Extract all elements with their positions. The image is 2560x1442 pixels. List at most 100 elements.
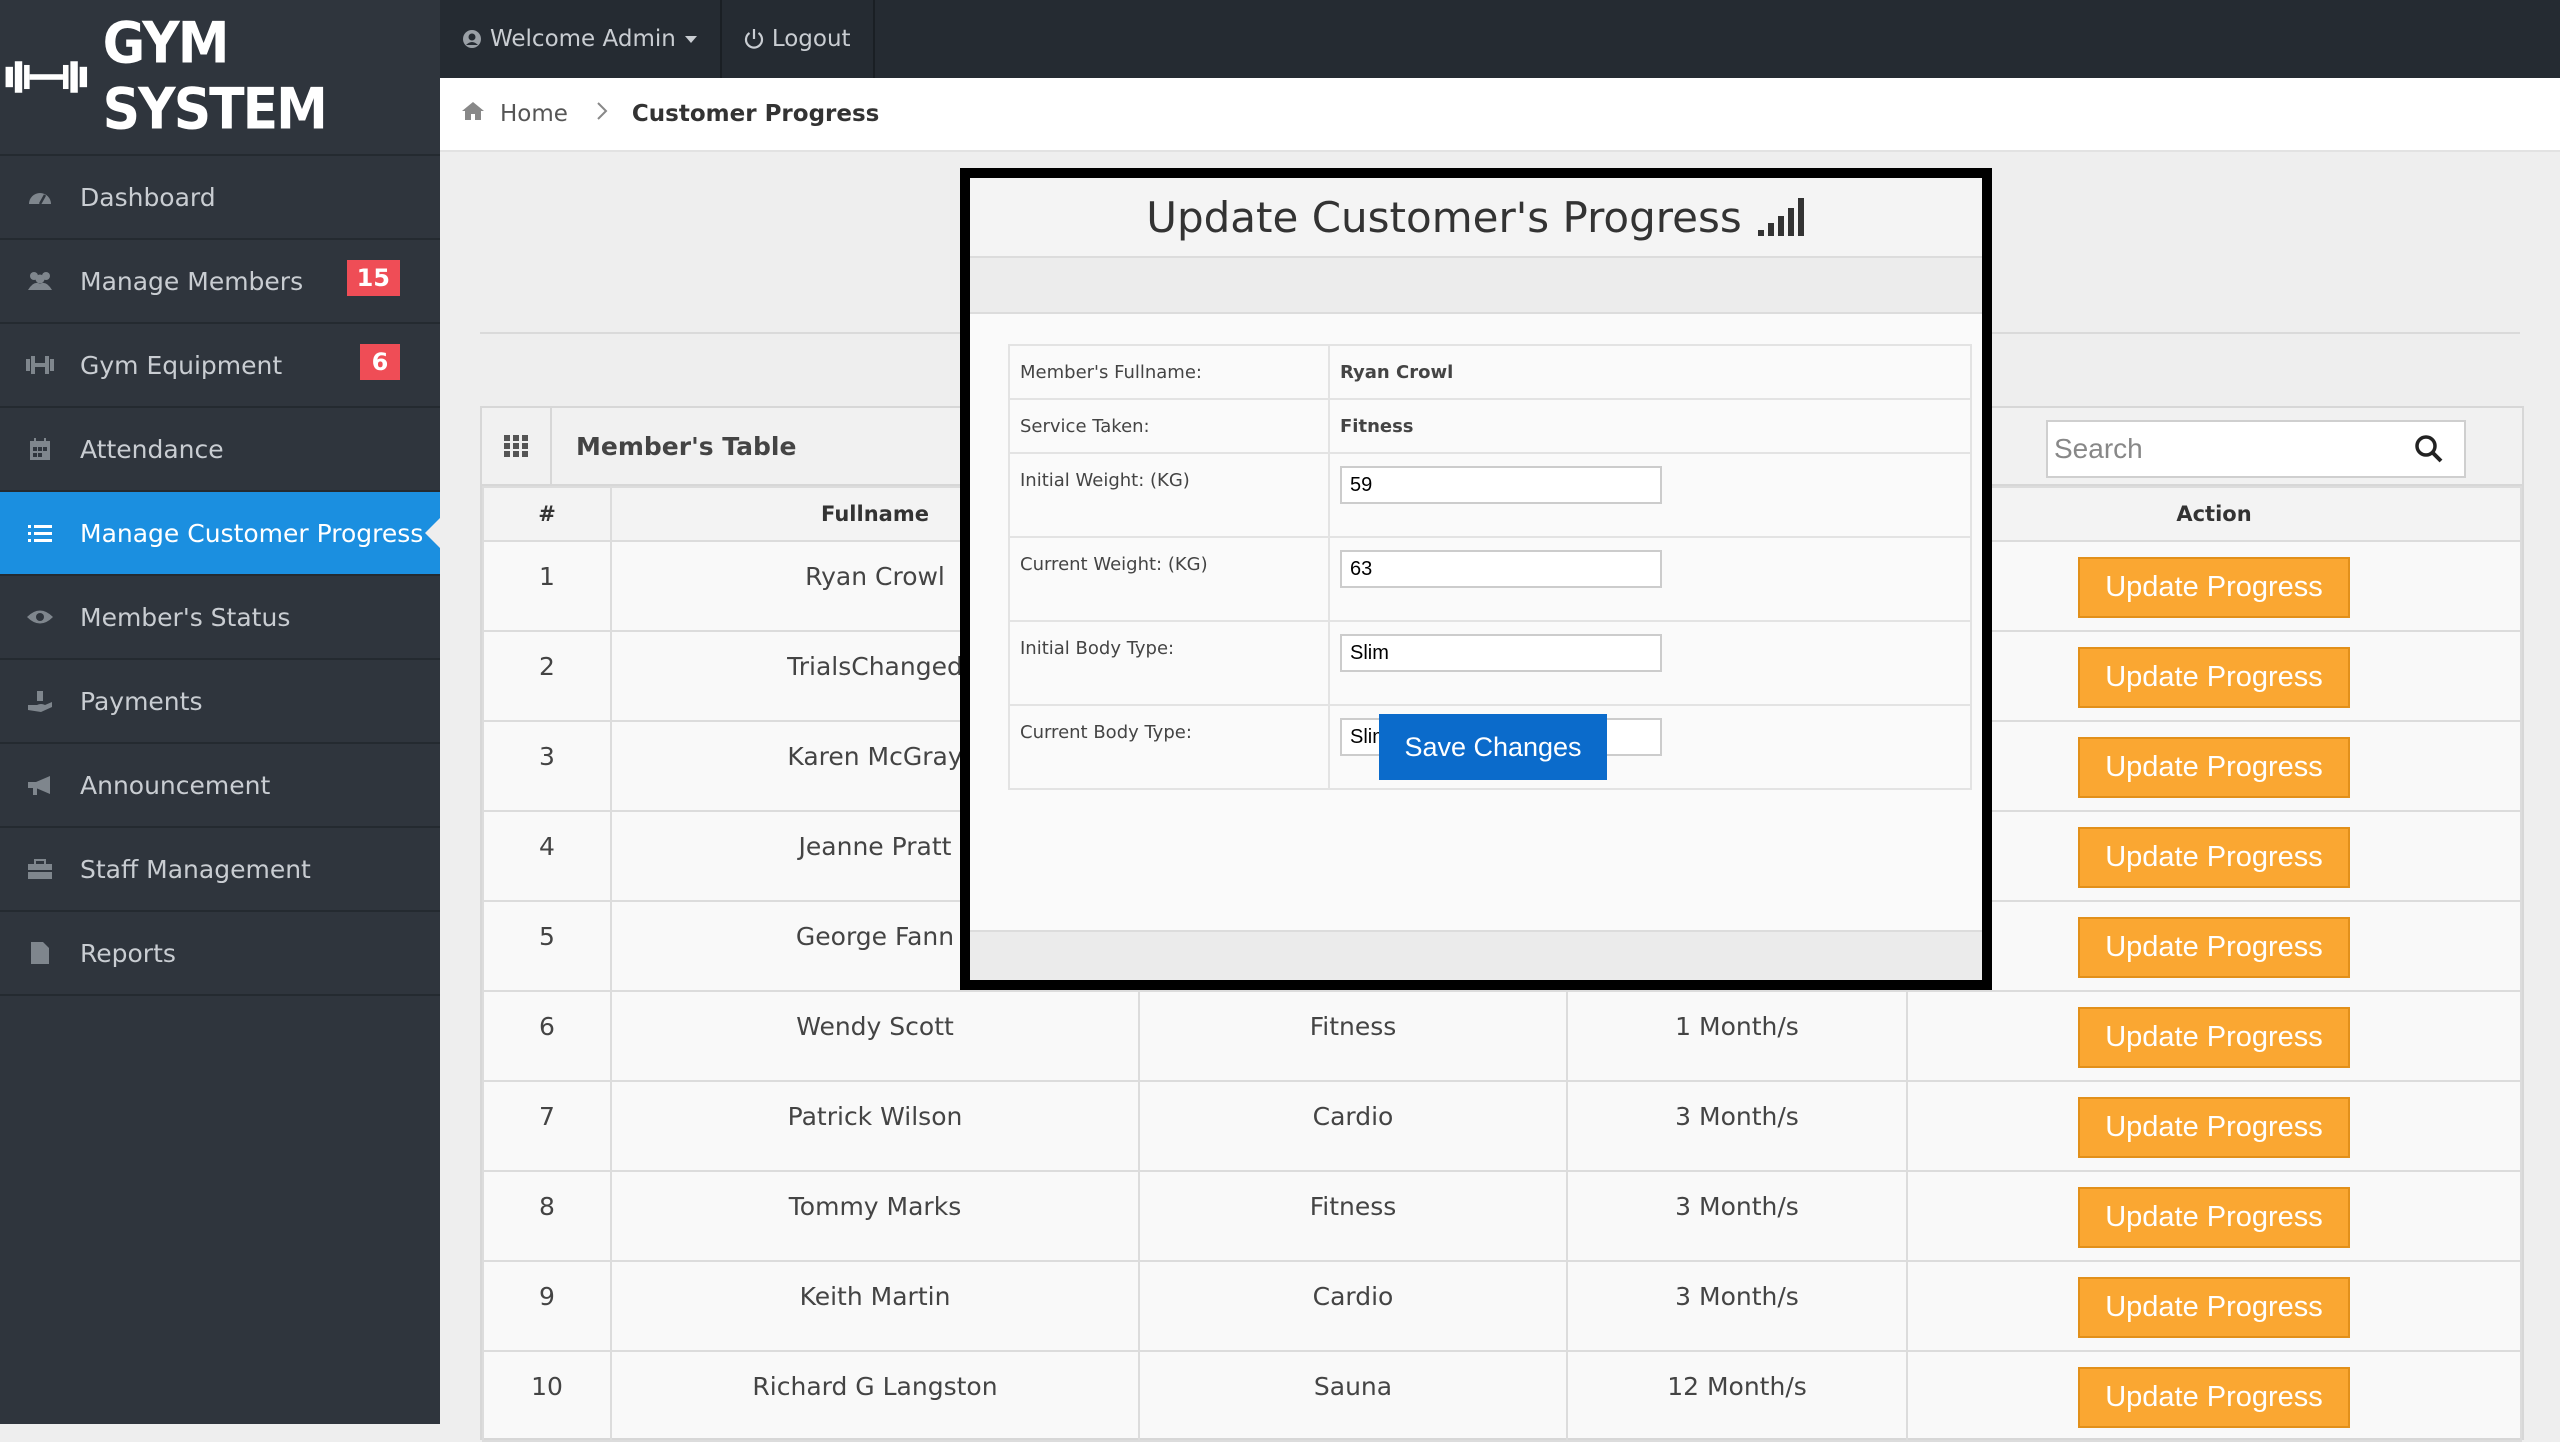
- initial-body-type-input[interactable]: [1340, 634, 1662, 672]
- search-icon[interactable]: [2414, 434, 2444, 464]
- breadcrumb-current: Customer Progress: [631, 101, 880, 127]
- modal-header: Update Customer's Progress: [970, 178, 1982, 258]
- row-plan: 3 Month/s: [1566, 1170, 1908, 1262]
- row-plan: 3 Month/s: [1566, 1080, 1908, 1172]
- breadcrumb: Home Customer Progress: [440, 78, 2560, 152]
- update-progress-button[interactable]: Update Progress: [2078, 557, 2350, 618]
- signal-bars-icon: [1757, 198, 1804, 236]
- welcome-admin-dropdown[interactable]: Welcome Admin: [440, 0, 722, 78]
- fullname-value: Ryan Crowl: [1328, 344, 1972, 400]
- logout-button[interactable]: Logout: [722, 0, 875, 78]
- sidebar-item-label: Manage Customer Progress: [80, 518, 424, 548]
- sidebar-item-label: Payments: [80, 686, 203, 716]
- row-number: 1: [482, 540, 612, 632]
- dumbbell-logo-icon: [5, 61, 88, 93]
- form-row: Initial Weight: (KG): [1008, 452, 1972, 538]
- sidebar-item-manage-members[interactable]: Manage Members 15: [0, 240, 440, 324]
- eye-icon: [0, 608, 80, 626]
- row-service: Cardio: [1138, 1080, 1568, 1172]
- form-row: Service Taken: Fitness: [1008, 398, 1972, 454]
- row-fullname: Patrick Wilson: [610, 1080, 1140, 1172]
- sidebar-item-gym-equipment[interactable]: Gym Equipment 6: [0, 324, 440, 408]
- dumbbell-icon: [0, 354, 80, 376]
- modal-footer: [970, 930, 1982, 980]
- sidebar-item-staff-management[interactable]: Staff Management: [0, 828, 440, 912]
- user-circle-icon: [463, 30, 481, 48]
- service-label: Service Taken:: [1008, 398, 1330, 454]
- sidebar-item-members-status[interactable]: Member's Status: [0, 576, 440, 660]
- search-input[interactable]: [2048, 432, 2396, 466]
- initial-weight-input[interactable]: [1340, 466, 1662, 504]
- modal-subheader: [970, 258, 1982, 314]
- app-logo[interactable]: GYM SYSTEM: [0, 0, 440, 156]
- initial-weight-label: Initial Weight: (KG): [1008, 452, 1330, 538]
- current-weight-label: Current Weight: (KG): [1008, 536, 1330, 622]
- row-number: 9: [482, 1260, 612, 1352]
- table-row: 7 Patrick Wilson Cardio 3 Month/s Update…: [482, 1080, 2522, 1172]
- update-progress-button[interactable]: Update Progress: [2078, 917, 2350, 978]
- row-number: 3: [482, 720, 612, 812]
- table-title: Member's Table: [576, 431, 797, 461]
- initial-body-type-label: Initial Body Type:: [1008, 620, 1330, 706]
- power-icon: [744, 29, 763, 49]
- form-row: Initial Body Type:: [1008, 620, 1972, 706]
- sidebar-item-announcement[interactable]: Announcement: [0, 744, 440, 828]
- sidebar-item-manage-customer-progress[interactable]: Manage Customer Progress: [0, 492, 440, 576]
- search-box: [2046, 420, 2466, 478]
- dashboard-icon: [0, 186, 80, 208]
- table-row: 10 Richard G Langston Sauna 12 Month/s U…: [482, 1350, 2522, 1442]
- row-fullname: Wendy Scott: [610, 990, 1140, 1082]
- update-progress-button[interactable]: Update Progress: [2078, 737, 2350, 798]
- table-row: 6 Wendy Scott Fitness 1 Month/s Update P…: [482, 990, 2522, 1082]
- row-number: 8: [482, 1170, 612, 1262]
- sidebar-item-label: Member's Status: [80, 602, 291, 632]
- column-header-action: Action: [1906, 486, 2522, 542]
- top-navbar: Welcome Admin Logout: [440, 0, 2560, 78]
- file-icon: [0, 941, 80, 965]
- logout-label: Logout: [771, 26, 851, 52]
- row-fullname: Keith Martin: [610, 1260, 1140, 1352]
- sidebar-item-dashboard[interactable]: Dashboard: [0, 156, 440, 240]
- row-service: Sauna: [1138, 1350, 1568, 1442]
- row-fullname: Richard G Langston: [610, 1350, 1140, 1442]
- update-progress-button[interactable]: Update Progress: [2078, 1367, 2350, 1428]
- update-progress-button[interactable]: Update Progress: [2078, 1187, 2350, 1248]
- row-number: 5: [482, 900, 612, 992]
- welcome-text: Welcome Admin: [490, 26, 676, 52]
- caret-down-icon: [684, 36, 697, 43]
- save-changes-button[interactable]: Save Changes: [1379, 714, 1607, 780]
- sidebar-item-label: Reports: [80, 938, 176, 968]
- sidebar-item-label: Attendance: [80, 434, 224, 464]
- sidebar-item-label: Dashboard: [80, 182, 216, 212]
- row-plan: 12 Month/s: [1566, 1350, 1908, 1442]
- form-row: Member's Fullname: Ryan Crowl: [1008, 344, 1972, 400]
- sidebar-item-reports[interactable]: Reports: [0, 912, 440, 996]
- row-plan: 3 Month/s: [1566, 1260, 1908, 1352]
- home-icon[interactable]: [460, 100, 486, 128]
- row-service: Fitness: [1138, 1170, 1568, 1262]
- sidebar-item-attendance[interactable]: Attendance: [0, 408, 440, 492]
- form-row: Current Weight: (KG): [1008, 536, 1972, 622]
- update-progress-button[interactable]: Update Progress: [2078, 647, 2350, 708]
- row-service: Fitness: [1138, 990, 1568, 1082]
- update-progress-button[interactable]: Update Progress: [2078, 827, 2350, 888]
- modal-body: Member's Fullname: Ryan Crowl Service Ta…: [970, 314, 1982, 930]
- current-weight-input[interactable]: [1340, 550, 1662, 588]
- row-number: 6: [482, 990, 612, 1082]
- sidebar-item-label: Manage Members: [80, 266, 304, 296]
- chevron-right-icon: [596, 101, 608, 127]
- sidebar: GYM SYSTEM Dashboard Manage Members 15 G…: [0, 0, 440, 1424]
- update-progress-button[interactable]: Update Progress: [2078, 1277, 2350, 1338]
- row-number: 2: [482, 630, 612, 722]
- equipment-count-badge: 6: [360, 344, 400, 380]
- row-service: Cardio: [1138, 1260, 1568, 1352]
- column-header-number: #: [482, 486, 612, 542]
- service-value: Fitness: [1328, 398, 1972, 454]
- sidebar-item-payments[interactable]: Payments: [0, 660, 440, 744]
- sidebar-item-label: Announcement: [80, 770, 271, 800]
- row-plan: 1 Month/s: [1566, 990, 1908, 1082]
- update-progress-button[interactable]: Update Progress: [2078, 1097, 2350, 1158]
- breadcrumb-home-link[interactable]: Home: [500, 101, 568, 127]
- table-row: 8 Tommy Marks Fitness 3 Month/s Update P…: [482, 1170, 2522, 1262]
- update-progress-button[interactable]: Update Progress: [2078, 1007, 2350, 1068]
